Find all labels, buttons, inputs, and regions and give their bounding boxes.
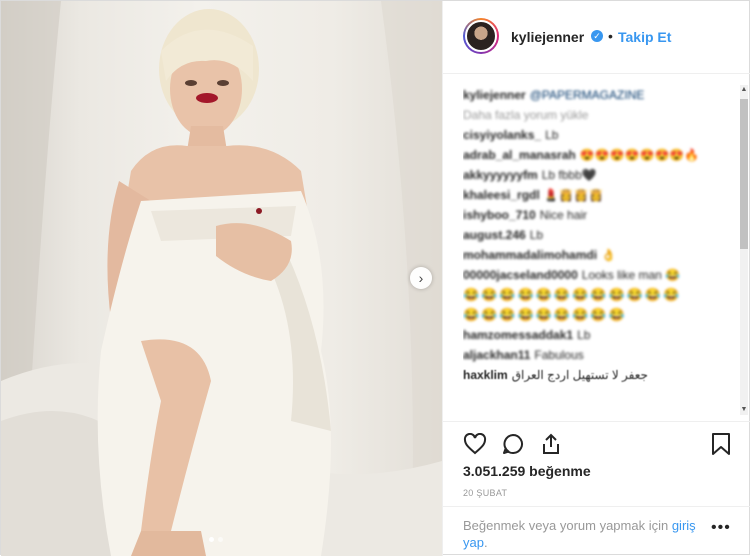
heart-icon: [463, 433, 487, 455]
share-button[interactable]: [537, 430, 565, 458]
scroll-up-arrow-icon[interactable]: ▲: [740, 85, 748, 95]
comment-username[interactable]: mohammadalimohamdi: [463, 248, 597, 262]
list-item: august.246 Lb: [463, 225, 728, 245]
comment-username[interactable]: kyliejenner: [463, 88, 526, 102]
comment-username[interactable]: khaleesi_rgdl: [463, 188, 540, 202]
login-bar: Beğenmek veya yorum yapmak için giriş ya…: [443, 506, 750, 557]
comment-text: Nice hair: [539, 208, 588, 222]
scrollbar-thumb[interactable]: [740, 99, 748, 249]
comment-icon: [503, 434, 523, 454]
list-item: aljackhan11 Fabulous: [463, 345, 728, 365]
like-button[interactable]: [461, 430, 489, 458]
save-button[interactable]: [707, 430, 735, 458]
list-item: mohammadalimohamdi 👌: [463, 245, 728, 265]
login-prompt-text: Beğenmek veya yorum yapmak için: [463, 518, 669, 533]
comment-username[interactable]: akkyyyyyyfm: [463, 168, 538, 182]
username-link[interactable]: kyliejenner: [511, 29, 584, 45]
avatar-image: [465, 20, 497, 52]
comment-text: 👌: [601, 248, 616, 262]
post-header: kyliejenner ✓ • Takip Et: [443, 1, 750, 74]
comments-scrollbar[interactable]: ▲ ▼: [740, 85, 748, 415]
share-icon: [543, 433, 559, 454]
comment-text: 😂😂😂😂😂😂😂😂😂😂😂😂: [463, 287, 682, 302]
avatar[interactable]: [463, 18, 499, 54]
list-item: hamzomessaddak1 Lb: [463, 325, 728, 345]
comment-username[interactable]: aljackhan11: [463, 348, 530, 362]
post-side-panel: kyliejenner ✓ • Takip Et kyliejenner @PAP…: [442, 1, 750, 556]
post-date: 20 ŞUBAT: [463, 488, 508, 498]
list-item: adrab_al_manasrah 😍😍😍😍😍😍😍🔥: [463, 145, 728, 165]
list-item: cisyiyolanks_ Lb: [463, 125, 728, 145]
verified-badge-icon: ✓: [591, 30, 603, 42]
comment-text: Fabulous: [534, 348, 584, 362]
scroll-down-arrow-icon[interactable]: ▼: [740, 405, 748, 415]
comment-username[interactable]: cisyiyolanks_: [463, 128, 541, 142]
login-suffix: .: [483, 535, 488, 550]
post-photo[interactable]: ›: [1, 1, 442, 556]
comment-text: Lb: [545, 128, 559, 142]
carousel-dot: [209, 537, 214, 542]
list-item: akkyyyyyyfm Lb fbbb🖤: [463, 165, 728, 185]
comment-text: Lb: [529, 228, 544, 242]
login-prompt: Beğenmek veya yorum yapmak için giriş ya…: [463, 517, 703, 551]
separator-dot: •: [608, 28, 613, 44]
list-item: khaleesi_rgdl 💄👸👸👸: [463, 185, 728, 205]
list-item: 00000jacseland0000 Looks like man 😂: [463, 265, 728, 285]
comment-username[interactable]: hamzomessaddak1: [463, 328, 573, 342]
bookmark-icon: [712, 433, 730, 455]
follow-button[interactable]: Takip Et: [618, 29, 671, 45]
carousel-dots: [209, 537, 223, 542]
load-more-label[interactable]: Daha fazla yorum yükle: [463, 108, 588, 122]
comment-text: 💄👸👸👸: [543, 188, 604, 202]
comment-text[interactable]: @PAPERMAGAZINE: [530, 88, 645, 102]
comment-username[interactable]: ishyboo_710: [463, 208, 536, 222]
carousel-dot: [218, 537, 223, 542]
comment-text: Looks like man 😂: [581, 268, 681, 282]
comment-text: Lb: [577, 328, 591, 342]
photo-illustration: [1, 1, 442, 556]
load-more-comments[interactable]: Daha fazla yorum yükle: [463, 105, 728, 125]
list-item: ishyboo_710 Nice hair: [463, 205, 728, 225]
comment-text: 😍😍😍😍😍😍😍🔥: [579, 148, 700, 162]
more-options-button[interactable]: •••: [711, 519, 731, 537]
likes-count[interactable]: 3.051.259 beğenme: [463, 463, 591, 479]
comment-text: Lb fbbb🖤: [541, 168, 597, 182]
chevron-right-icon: ›: [418, 270, 424, 286]
comment-username[interactable]: haxklim: [463, 368, 508, 382]
instagram-post: › kyliejenner ✓ • Takip Et kyliejenner @P…: [0, 0, 750, 556]
caption: kyliejenner @PAPERMAGAZINE: [463, 85, 728, 105]
comment-button[interactable]: [499, 430, 527, 458]
comment-text: جعفر لا تستهيل اردج العراق: [511, 368, 648, 382]
comment-username[interactable]: 00000jacseland0000: [463, 268, 578, 282]
comment-username[interactable]: adrab_al_manasrah: [463, 148, 576, 162]
comment-text: 😂😂😂😂😂😂😂😂😂: [463, 307, 627, 322]
comments-list[interactable]: kyliejenner @PAPERMAGAZINE Daha fazla yor…: [463, 85, 728, 415]
comment-username[interactable]: august.246: [463, 228, 526, 242]
list-item: haxklim جعفر لا تستهيل اردج العراق: [463, 365, 728, 385]
action-bar: [443, 421, 750, 464]
next-photo-button[interactable]: ›: [410, 267, 432, 289]
